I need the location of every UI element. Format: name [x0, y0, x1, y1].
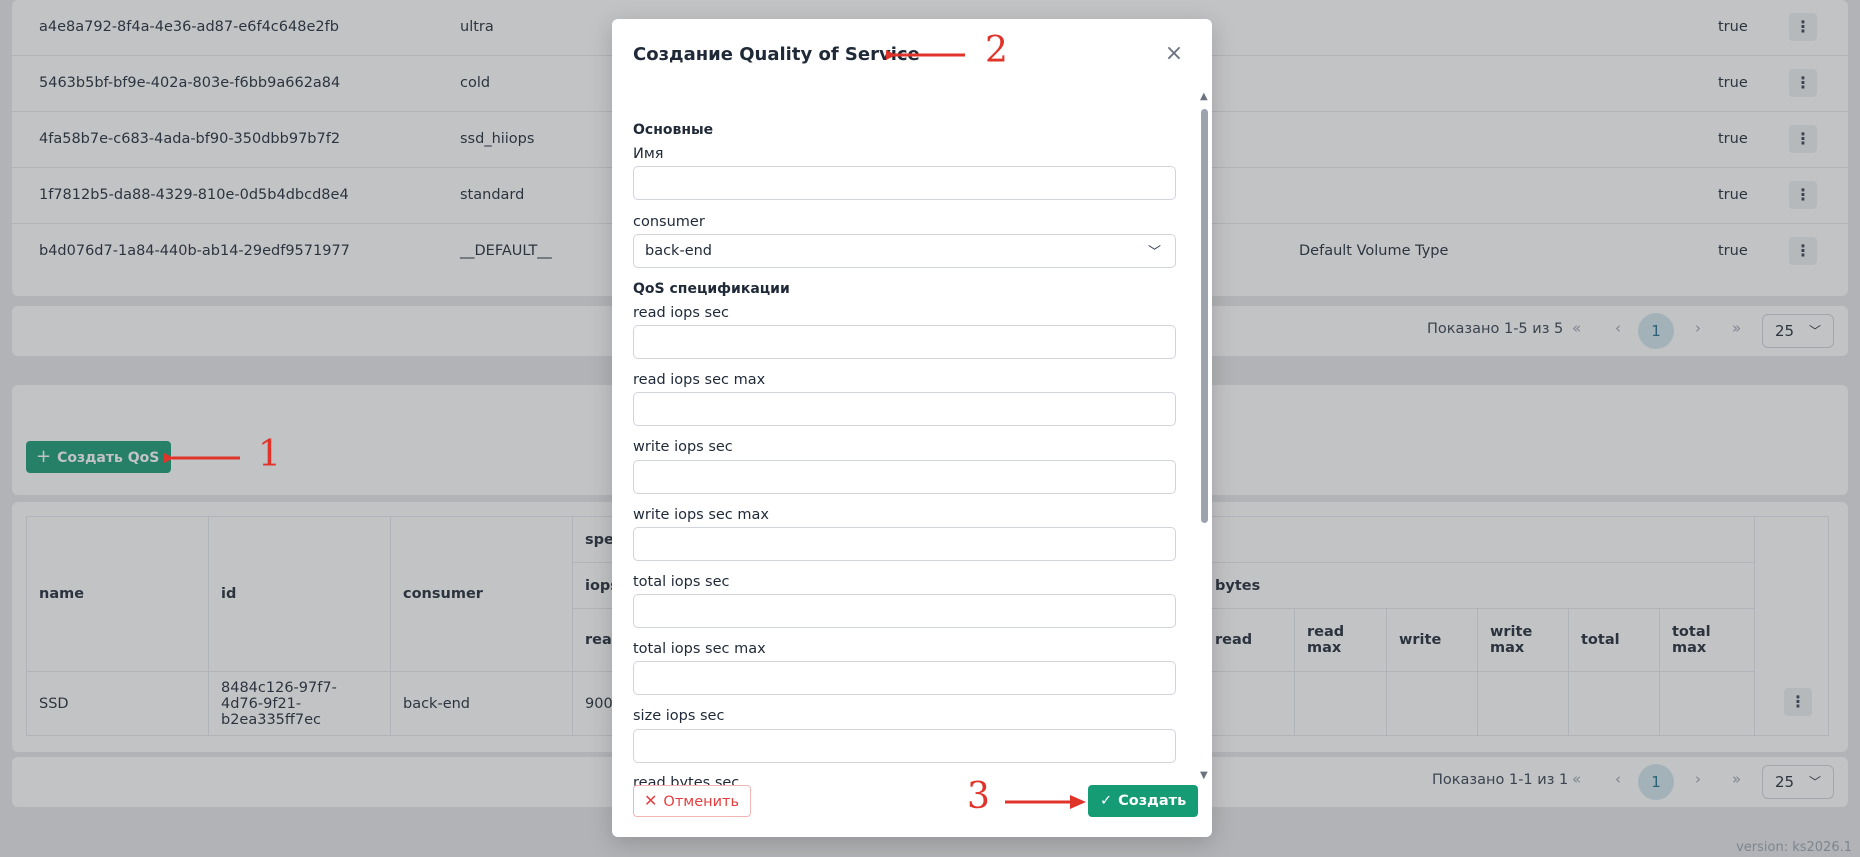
- dialog-scrollbar[interactable]: ▲ ▼: [1200, 91, 1210, 781]
- annotation-step-3: 3: [967, 776, 990, 817]
- write-iops-sec-max-label: write iops sec max: [633, 507, 769, 523]
- name-label: Имя: [633, 146, 664, 162]
- scroll-up-icon[interactable]: ▲: [1200, 91, 1208, 102]
- total-iops-sec-label: total iops sec: [633, 574, 730, 590]
- size-iops-sec-input[interactable]: [633, 729, 1176, 763]
- read-iops-sec-max-input[interactable]: [633, 392, 1176, 426]
- read-iops-sec-label: read iops sec: [633, 305, 729, 321]
- dialog-form: Основные Имя consumer back-end ﹀ QoS спе…: [633, 99, 1178, 791]
- section-specs-title: QoS спецификации: [633, 281, 790, 297]
- close-icon[interactable]: ×: [1162, 43, 1186, 67]
- read-iops-sec-input[interactable]: [633, 325, 1176, 359]
- scroll-down-icon[interactable]: ▼: [1200, 770, 1208, 781]
- create-button[interactable]: ✓ Создать: [1088, 785, 1199, 817]
- check-icon: ✓: [1100, 793, 1113, 809]
- annotation-step-1: 1: [258, 434, 281, 475]
- size-iops-sec-label: size iops sec: [633, 708, 725, 724]
- total-iops-sec-max-input[interactable]: [633, 661, 1176, 695]
- total-iops-sec-max-label: total iops sec max: [633, 641, 766, 657]
- cancel-button[interactable]: ✕ Отменить: [633, 785, 752, 817]
- create-qos-dialog: Создание Quality of Service × Основные И…: [612, 19, 1212, 837]
- chevron-down-icon: ﹀: [1147, 245, 1161, 260]
- section-basic-title: Основные: [633, 122, 714, 138]
- write-iops-sec-label: write iops sec: [633, 439, 733, 455]
- consumer-select[interactable]: back-end ﹀: [633, 234, 1176, 268]
- annotation-step-2: 2: [985, 30, 1008, 71]
- create-label: Создать: [1118, 793, 1187, 809]
- write-iops-sec-max-input[interactable]: [633, 527, 1176, 561]
- scrollbar-thumb[interactable]: [1201, 109, 1208, 523]
- name-input[interactable]: [633, 166, 1176, 200]
- read-iops-sec-max-label: read iops sec max: [633, 372, 766, 388]
- consumer-value: back-end: [645, 243, 713, 259]
- cancel-label: Отменить: [663, 794, 740, 810]
- consumer-label: consumer: [633, 214, 705, 230]
- write-iops-sec-input[interactable]: [633, 460, 1176, 494]
- close-icon: ✕: [644, 791, 658, 810]
- dialog-title: Создание Quality of Service: [633, 44, 920, 65]
- total-iops-sec-input[interactable]: [633, 594, 1176, 628]
